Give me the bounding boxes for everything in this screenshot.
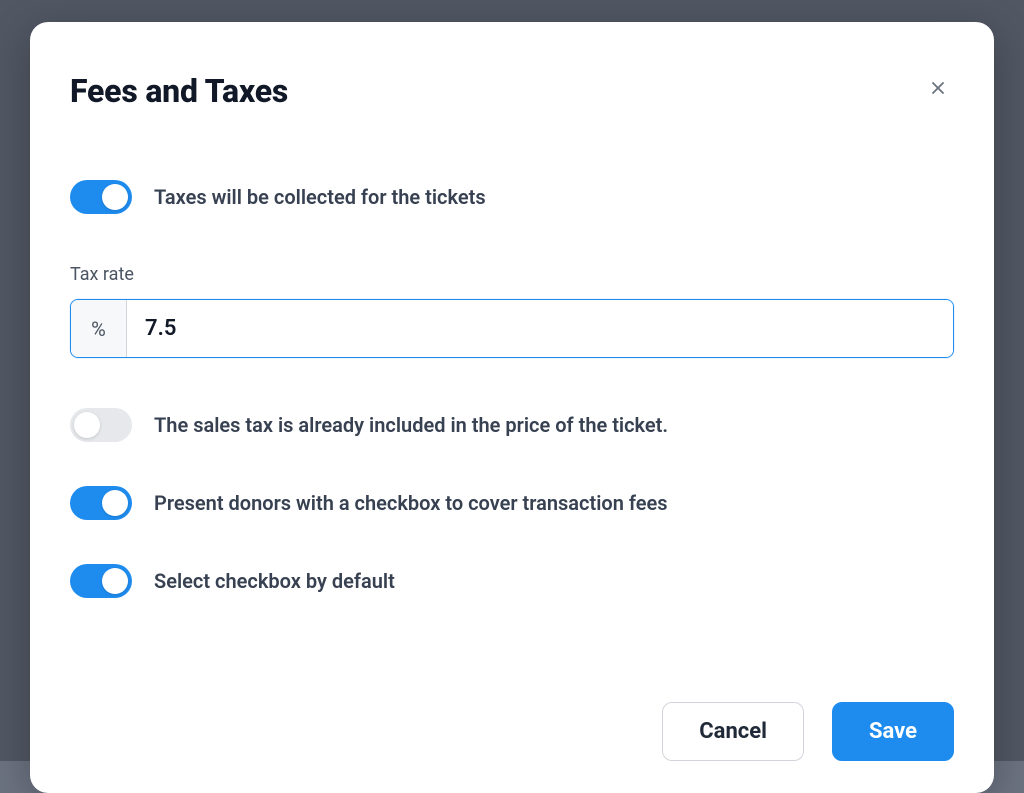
toggle-present-cover-fees[interactable]	[70, 486, 132, 520]
toggle-label-present-cover-fees: Present donors with a checkbox to cover …	[154, 491, 668, 515]
tax-rate-input-group: %	[70, 299, 954, 358]
toggle-row-collect-taxes: Taxes will be collected for the tickets	[70, 180, 954, 214]
save-button[interactable]: Save	[832, 702, 954, 761]
close-button[interactable]	[922, 72, 954, 104]
toggle-row-tax-included: The sales tax is already included in the…	[70, 408, 954, 442]
toggle-knob	[102, 568, 128, 594]
toggle-label-tax-included: The sales tax is already included in the…	[154, 413, 668, 437]
tax-rate-label: Tax rate	[70, 264, 954, 285]
modal-title: Fees and Taxes	[70, 72, 288, 110]
toggle-knob	[74, 412, 100, 438]
toggle-label-collect-taxes: Taxes will be collected for the tickets	[154, 185, 486, 209]
fees-and-taxes-modal: Fees and Taxes Taxes will be collected f…	[30, 22, 994, 793]
toggle-tax-included[interactable]	[70, 408, 132, 442]
cancel-button[interactable]: Cancel	[662, 702, 804, 761]
tax-rate-field-group: Tax rate %	[70, 264, 954, 358]
toggle-row-present-cover-fees: Present donors with a checkbox to cover …	[70, 486, 954, 520]
toggle-label-select-by-default: Select checkbox by default	[154, 569, 395, 593]
toggle-knob	[102, 184, 128, 210]
toggle-row-select-by-default: Select checkbox by default	[70, 564, 954, 598]
modal-footer: Cancel Save	[70, 642, 954, 761]
percent-prefix: %	[71, 300, 127, 357]
toggle-collect-taxes[interactable]	[70, 180, 132, 214]
tax-rate-input[interactable]	[127, 300, 953, 357]
toggle-knob	[102, 490, 128, 516]
toggle-select-by-default[interactable]	[70, 564, 132, 598]
modal-header: Fees and Taxes	[70, 72, 954, 110]
